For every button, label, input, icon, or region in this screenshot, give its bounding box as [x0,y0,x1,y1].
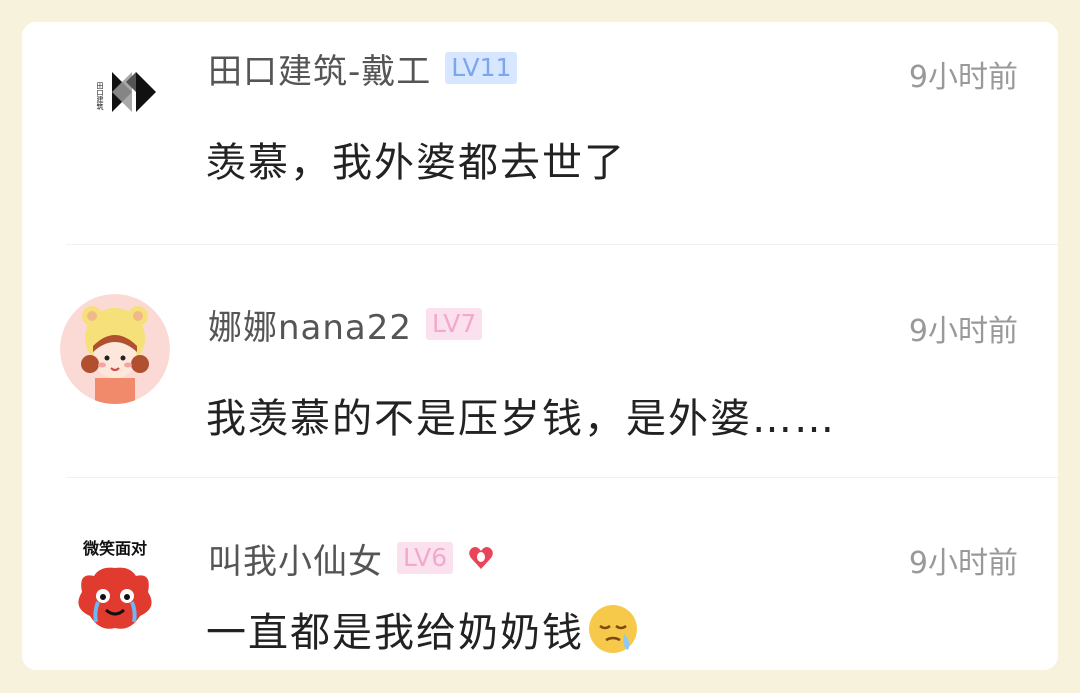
timestamp: 9小时前 [908,546,1018,581]
username[interactable]: 娜娜nana22 [208,300,412,349]
comment-list: 田口建筑 田口建筑-戴工 LV11 9小时前 羡慕，我外婆都去世了 娜娜nana… [22,22,1058,670]
level-badge: LV6 [397,542,454,574]
comment-text: 羡慕，我外婆都去世了 [206,140,626,186]
timestamp: 9小时前 [908,314,1018,349]
comment-text: 我羡慕的不是压岁钱，是外婆…… [206,396,836,442]
username[interactable]: 叫我小仙女 [208,534,383,583]
avatar-logo-text: 微笑面对 [82,539,147,558]
divider [66,477,1058,478]
level-badge: LV11 [445,52,518,84]
timestamp: 9小时前 [908,60,1018,95]
level-badge: LV7 [426,308,483,340]
sleepy-face-icon [589,605,637,653]
comment-item: 娜娜nana22 LV7 9小时前 我羡慕的不是压岁钱，是外婆…… [22,254,1058,484]
heart-icon [469,547,493,569]
divider [66,244,1058,245]
avatar-logo-text: 田口建筑 [96,82,104,111]
comment-item: 田口建筑 田口建筑-戴工 LV11 9小时前 羡慕，我外婆都去世了 [22,22,1058,252]
avatar[interactable]: 田口建筑 [60,42,170,152]
avatar[interactable] [60,294,170,404]
comment-text-body: 一直都是我给奶奶钱 [206,610,584,656]
comment-item: 微笑面对 叫我小仙女 LV6 9小时前 一直都是我给奶奶钱 [22,488,1058,670]
username[interactable]: 田口建筑-戴工 [208,44,431,93]
name-row: 娜娜nana22 LV7 [208,304,483,348]
name-row: 田口建筑-戴工 LV11 [208,48,518,92]
avatar[interactable]: 微笑面对 [60,532,170,642]
comment-text: 一直都是我给奶奶钱 [206,600,640,658]
name-row: 叫我小仙女 LV6 [208,538,495,582]
